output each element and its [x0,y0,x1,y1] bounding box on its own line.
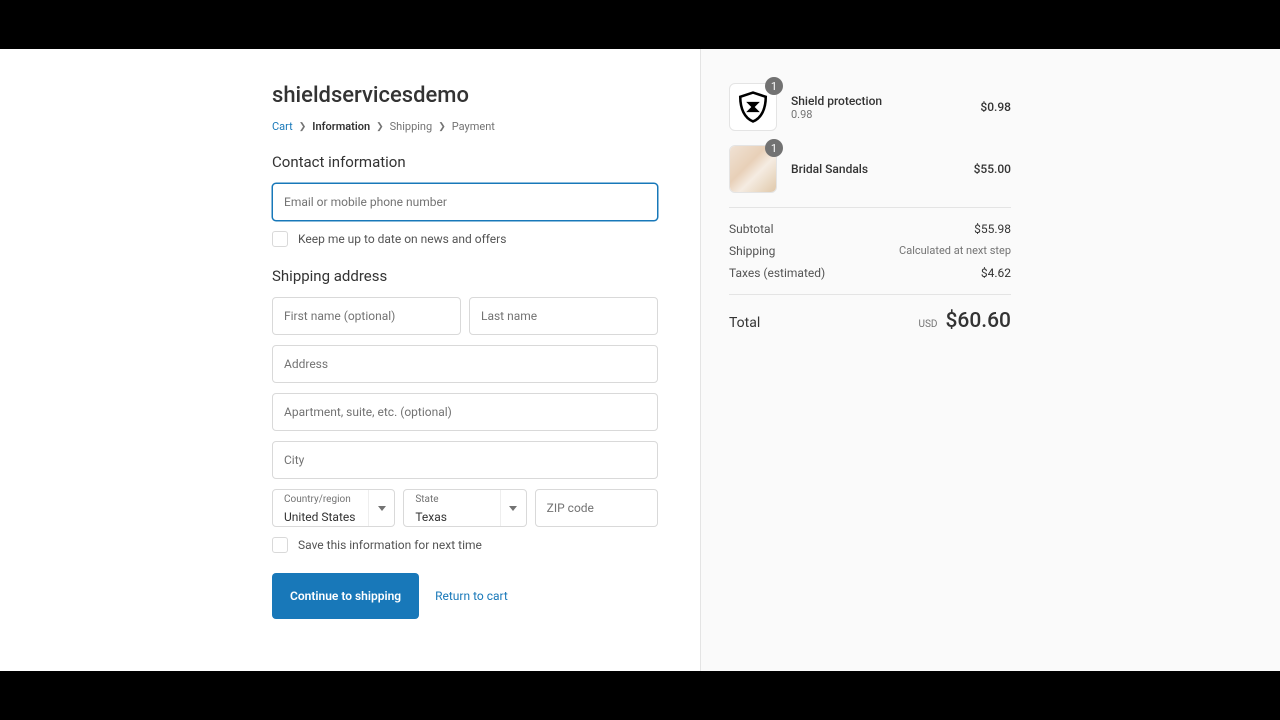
product-thumbnail: 1 [729,83,777,131]
breadcrumb-cart[interactable]: Cart [272,120,293,133]
address-field[interactable] [272,345,658,383]
item-price: $55.00 [974,162,1011,176]
chevron-right-icon: ❯ [299,122,307,132]
left-panel: shieldservicesdemo Cart ❯ Information ❯ … [0,49,700,671]
chevron-down-icon [368,490,394,526]
quantity-badge: 1 [765,77,783,95]
save-info-label: Save this information for next time [298,538,482,552]
country-select[interactable]: Country/region United States [272,489,395,527]
item-name: Shield protection [791,94,966,108]
line-item: 1 Bridal Sandals $55.00 [729,145,1011,193]
letterbox-bottom [0,671,1280,720]
item-variant: 0.98 [791,108,966,121]
shield-icon [736,90,770,124]
contact-title: Contact information [272,153,658,171]
shipping-title: Shipping address [272,267,658,285]
country-value: United States [284,510,355,524]
item-price: $0.98 [980,100,1011,114]
order-summary: 1 Shield protection 0.98 $0.98 1 Bridal … [700,49,1280,671]
subtotal-value: $55.98 [974,222,1011,236]
product-thumbnail: 1 [729,145,777,193]
chevron-down-icon [500,490,526,526]
chevron-right-icon: ❯ [376,122,384,132]
return-to-cart-link[interactable]: Return to cart [435,589,508,603]
state-select[interactable]: State Texas [403,489,526,527]
email-field[interactable] [272,183,658,221]
city-field[interactable] [272,441,658,479]
breadcrumb-payment: Payment [452,120,495,133]
breadcrumb-shipping: Shipping [390,120,433,133]
store-title: shieldservicesdemo [272,83,658,108]
chevron-right-icon: ❯ [438,122,446,132]
breadcrumb-information: Information [312,120,370,133]
divider [729,294,1011,295]
line-item: 1 Shield protection 0.98 $0.98 [729,83,1011,131]
shipping-cost-label: Shipping [729,244,775,258]
item-name: Bridal Sandals [791,162,960,176]
newsletter-checkbox[interactable] [272,231,288,247]
first-name-field[interactable] [272,297,461,335]
subtotal-label: Subtotal [729,222,774,236]
newsletter-label: Keep me up to date on news and offers [298,232,506,246]
taxes-label: Taxes (estimated) [729,266,825,280]
letterbox-top [0,0,1280,49]
taxes-value: $4.62 [981,266,1011,280]
apartment-field[interactable] [272,393,658,431]
total-currency: USD [919,319,938,330]
divider [729,207,1011,208]
checkout-content: shieldservicesdemo Cart ❯ Information ❯ … [0,49,1280,671]
total-amount: $60.60 [945,309,1011,333]
last-name-field[interactable] [469,297,658,335]
quantity-badge: 1 [765,139,783,157]
total-label: Total [729,315,760,331]
continue-button[interactable]: Continue to shipping [272,573,419,619]
breadcrumb: Cart ❯ Information ❯ Shipping ❯ Payment [272,120,658,133]
state-value: Texas [415,510,447,524]
shipping-cost-value: Calculated at next step [899,244,1011,258]
save-info-checkbox[interactable] [272,537,288,553]
zip-field[interactable] [535,489,658,527]
